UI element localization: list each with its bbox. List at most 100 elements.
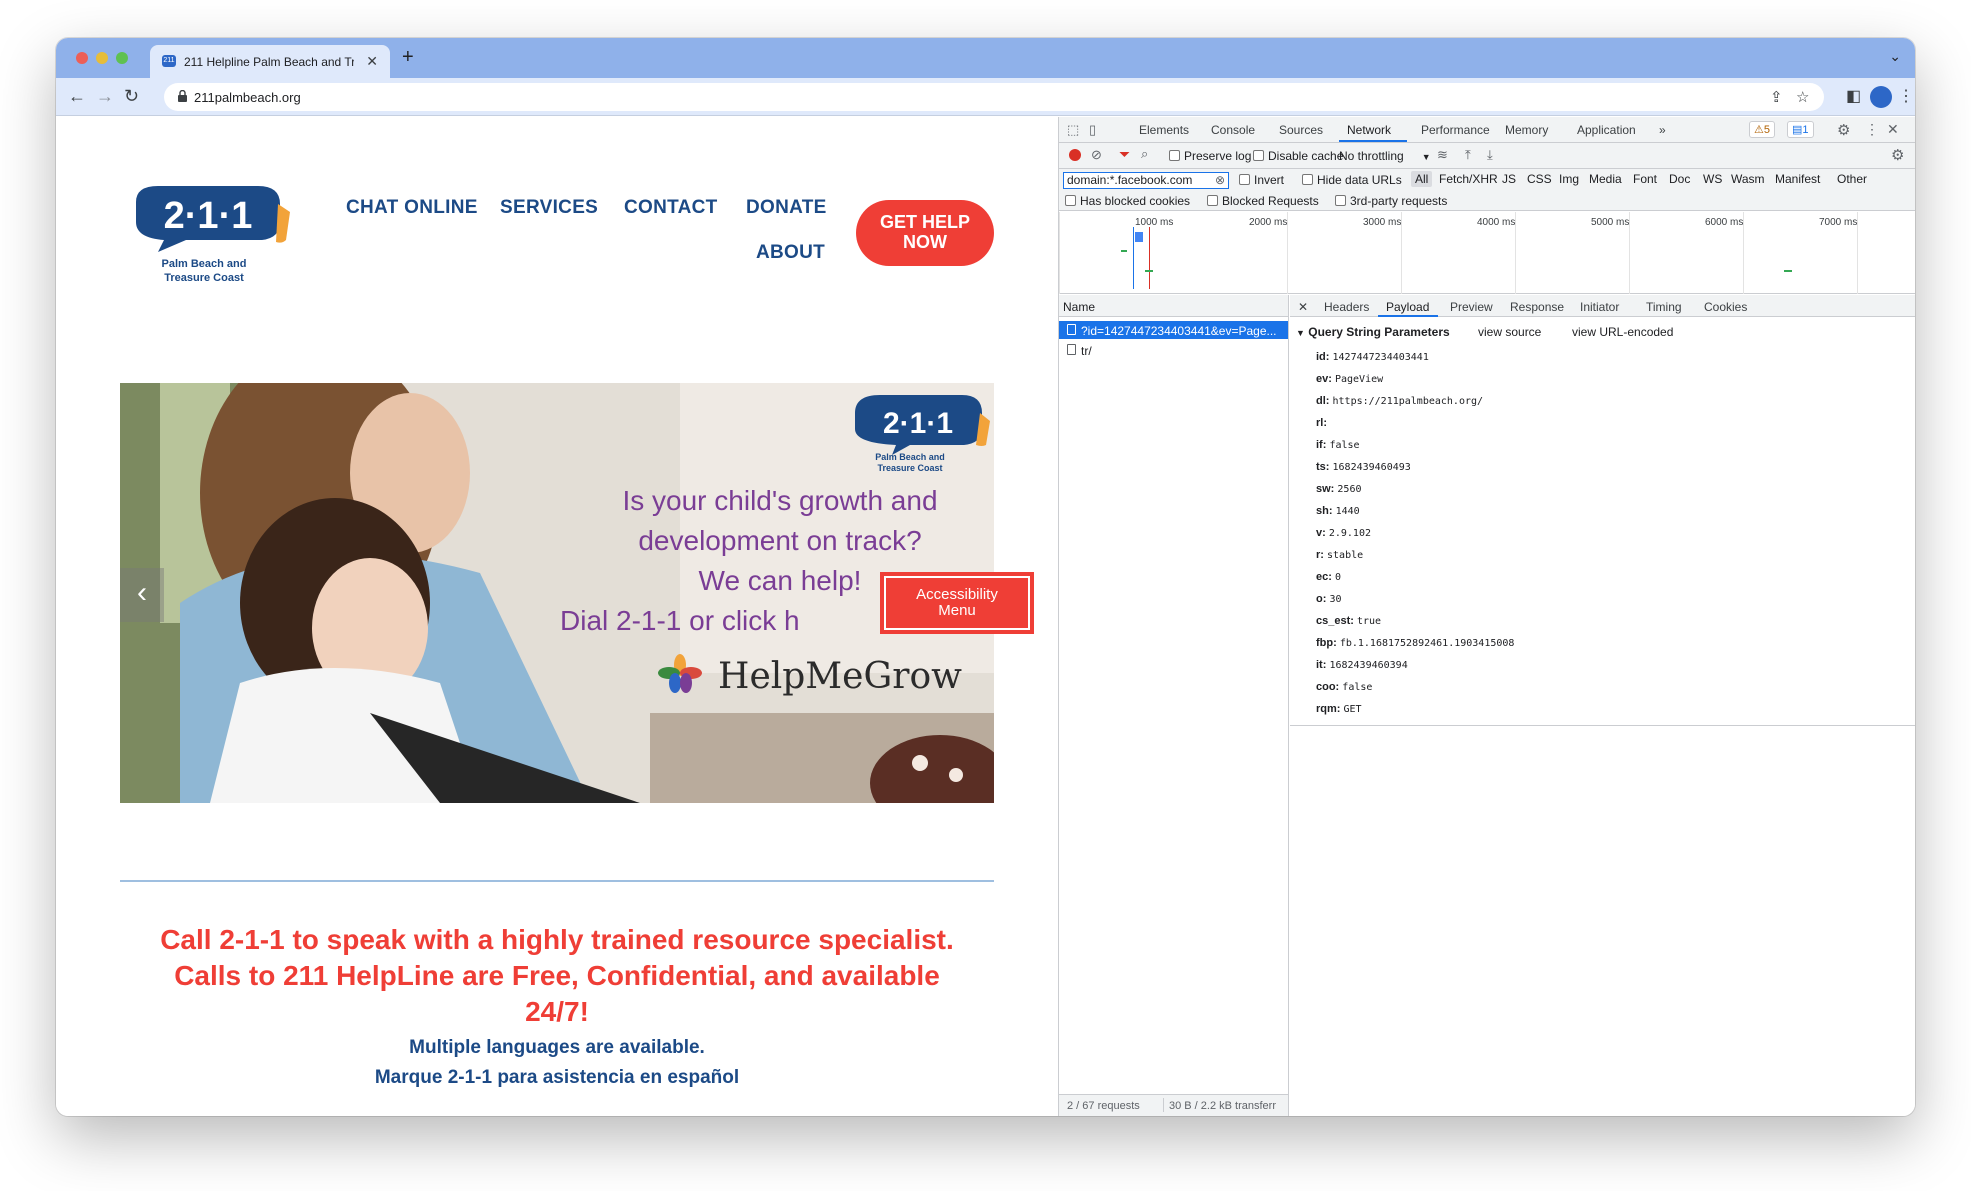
network-conditions-icon[interactable]: ≋ [1437, 147, 1448, 163]
address-bar[interactable]: 211palmbeach.org ⇪ ☆ [164, 83, 1824, 111]
detail-tab-timing[interactable]: Timing [1646, 300, 1682, 314]
param-key: id: [1316, 351, 1330, 363]
export-har-icon[interactable]: ⤓ [1487, 147, 1493, 163]
type-filter-js[interactable]: JS [1502, 172, 1516, 186]
accessibility-menu-button[interactable]: Accessibility Menu [880, 572, 1034, 634]
clear-icon[interactable]: ⊘ [1091, 147, 1102, 163]
nav-about[interactable]: ABOUT [756, 242, 825, 264]
tab-network[interactable]: Network [1347, 123, 1391, 137]
carousel-prev-icon[interactable]: ‹ [120, 568, 164, 622]
third-party-checkbox[interactable]: 3rd-party requests [1335, 194, 1447, 208]
clear-filter-icon[interactable]: ⊗ [1215, 173, 1225, 188]
kebab-menu-icon[interactable]: ⋮ [1898, 86, 1914, 106]
filter-icon[interactable]: ⏷ [1119, 146, 1130, 163]
side-panel-icon[interactable]: ◧ [1846, 86, 1861, 106]
network-settings-gear-icon[interactable]: ⚙ [1891, 146, 1904, 164]
request-row[interactable]: tr/ [1059, 341, 1288, 359]
detail-tab-initiator[interactable]: Initiator [1580, 300, 1619, 314]
disable-cache-checkbox[interactable]: Disable cache [1253, 149, 1343, 163]
detail-tab-preview[interactable]: Preview [1450, 300, 1493, 314]
preserve-log-checkbox[interactable]: Preserve log [1169, 149, 1251, 163]
browser-tab[interactable]: 211 211 Helpline Palm Beach and Tr ✕ [150, 45, 390, 78]
close-detail-icon[interactable]: ✕ [1298, 300, 1308, 314]
tab-close-icon[interactable]: ✕ [366, 53, 378, 70]
inspect-element-icon[interactable]: ⬚ [1067, 122, 1079, 138]
site-logo[interactable]: 2·1·1 Palm Beach and Treasure Coast [128, 182, 298, 287]
type-filter-img[interactable]: Img [1559, 172, 1579, 186]
param-row: rqm: GET [1316, 703, 1362, 715]
nav-contact[interactable]: CONTACT [624, 197, 718, 219]
tab-application[interactable]: Application [1577, 123, 1636, 137]
close-devtools-icon[interactable]: ✕ [1887, 121, 1899, 138]
tab-sources[interactable]: Sources [1279, 123, 1323, 137]
detail-tab-cookies[interactable]: Cookies [1704, 300, 1747, 314]
filter-input[interactable]: domain:*.facebook.com ⊗ [1063, 172, 1229, 189]
type-filter-all[interactable]: All [1411, 171, 1433, 187]
type-filter-wasm[interactable]: Wasm [1731, 172, 1765, 186]
settings-gear-icon[interactable]: ⚙ [1837, 121, 1850, 139]
devtools-panel: ⬚ ▯ Elements Console Sources Network Per… [1058, 117, 1915, 1116]
minimize-window-button[interactable] [96, 52, 108, 64]
view-source-link[interactable]: view source [1478, 325, 1541, 339]
tab-elements[interactable]: Elements [1139, 123, 1189, 137]
warnings-count: 5 [1763, 124, 1770, 136]
devtools-menu-icon[interactable]: ⋮ [1865, 121, 1879, 138]
back-arrow-icon[interactable]: ← [68, 86, 86, 107]
device-toolbar-icon[interactable]: ▯ [1089, 122, 1096, 138]
network-timeline[interactable]: 1000 ms 2000 ms 3000 ms 4000 ms 5000 ms … [1059, 212, 1915, 294]
tab-memory[interactable]: Memory [1505, 123, 1548, 137]
query-string-section[interactable]: ▼ Query String Parameters [1296, 325, 1450, 339]
param-row: id: 1427447234403441 [1316, 351, 1429, 363]
type-filter-doc[interactable]: Doc [1669, 172, 1690, 186]
param-value: PageView [1334, 374, 1384, 385]
type-filter-font[interactable]: Font [1633, 172, 1657, 186]
type-filter-media[interactable]: Media [1589, 172, 1622, 186]
invert-checkbox[interactable]: Invert [1239, 173, 1284, 187]
get-help-now-button[interactable]: GET HELP NOW [856, 200, 994, 266]
profile-avatar[interactable] [1870, 86, 1892, 108]
hero-carousel[interactable]: 2·1·1 Palm Beach and Treasure Coast Help… [120, 383, 994, 803]
detail-tab-payload[interactable]: Payload [1386, 300, 1429, 314]
type-filter-fetch[interactable]: Fetch/XHR [1439, 172, 1498, 186]
detail-tab-headers[interactable]: Headers [1324, 300, 1369, 314]
request-count: 2 / 67 requests [1067, 1100, 1140, 1112]
name-column-header[interactable]: Name [1059, 295, 1288, 317]
bookmark-star-icon[interactable]: ☆ [1796, 88, 1809, 106]
callout-line2: Calls to 211 HelpLine are Free, Confiden… [174, 960, 940, 991]
messages-badge[interactable]: ▤1 [1787, 121, 1814, 138]
type-filter-ws[interactable]: WS [1703, 172, 1722, 186]
reload-icon[interactable]: ↻ [124, 86, 139, 107]
maximize-window-button[interactable] [116, 52, 128, 64]
new-tab-button[interactable]: + [402, 46, 414, 69]
forward-arrow-icon[interactable]: → [96, 86, 114, 107]
nav-donate[interactable]: DONATE [746, 197, 827, 219]
tab-console[interactable]: Console [1211, 123, 1255, 137]
share-icon[interactable]: ⇪ [1770, 88, 1783, 106]
cookie-filter-row: Has blocked cookies Blocked Requests 3rd… [1059, 191, 1915, 211]
tab-title: 211 Helpline Palm Beach and Tr [184, 55, 354, 69]
type-filter-css[interactable]: CSS [1527, 172, 1552, 186]
detail-tab-response[interactable]: Response [1510, 300, 1564, 314]
search-icon[interactable]: ⌕ [1141, 146, 1148, 162]
record-icon[interactable] [1069, 149, 1081, 161]
tab-performance[interactable]: Performance [1421, 123, 1490, 137]
hide-data-urls-checkbox[interactable]: Hide data URLs [1302, 173, 1402, 187]
close-window-button[interactable] [76, 52, 88, 64]
warnings-badge[interactable]: ⚠5 [1749, 121, 1775, 138]
nav-services[interactable]: SERVICES [500, 197, 598, 219]
request-row[interactable]: ?id=1427447234403441&ev=Page... [1059, 321, 1288, 339]
type-filter-manifest[interactable]: Manifest [1775, 172, 1820, 186]
blocked-cookies-checkbox[interactable]: Has blocked cookies [1065, 194, 1190, 208]
tab-search-icon[interactable]: ⌄ [1889, 48, 1901, 65]
nav-chat-online[interactable]: CHAT ONLINE [346, 197, 478, 219]
timeline-bar [1135, 232, 1143, 242]
import-har-icon[interactable]: ⤒ [1465, 147, 1471, 163]
expand-triangle-icon: ▼ [1296, 328, 1305, 338]
request-file-icon [1067, 324, 1076, 335]
more-tabs-icon[interactable]: » [1659, 123, 1666, 137]
blocked-requests-checkbox[interactable]: Blocked Requests [1207, 194, 1319, 208]
throttling-select[interactable]: No throttling ▼ [1339, 149, 1431, 163]
tick-label-2000: 2000 ms [1249, 217, 1288, 228]
type-filter-other[interactable]: Other [1837, 172, 1867, 186]
view-url-encoded-link[interactable]: view URL-encoded [1572, 325, 1673, 339]
